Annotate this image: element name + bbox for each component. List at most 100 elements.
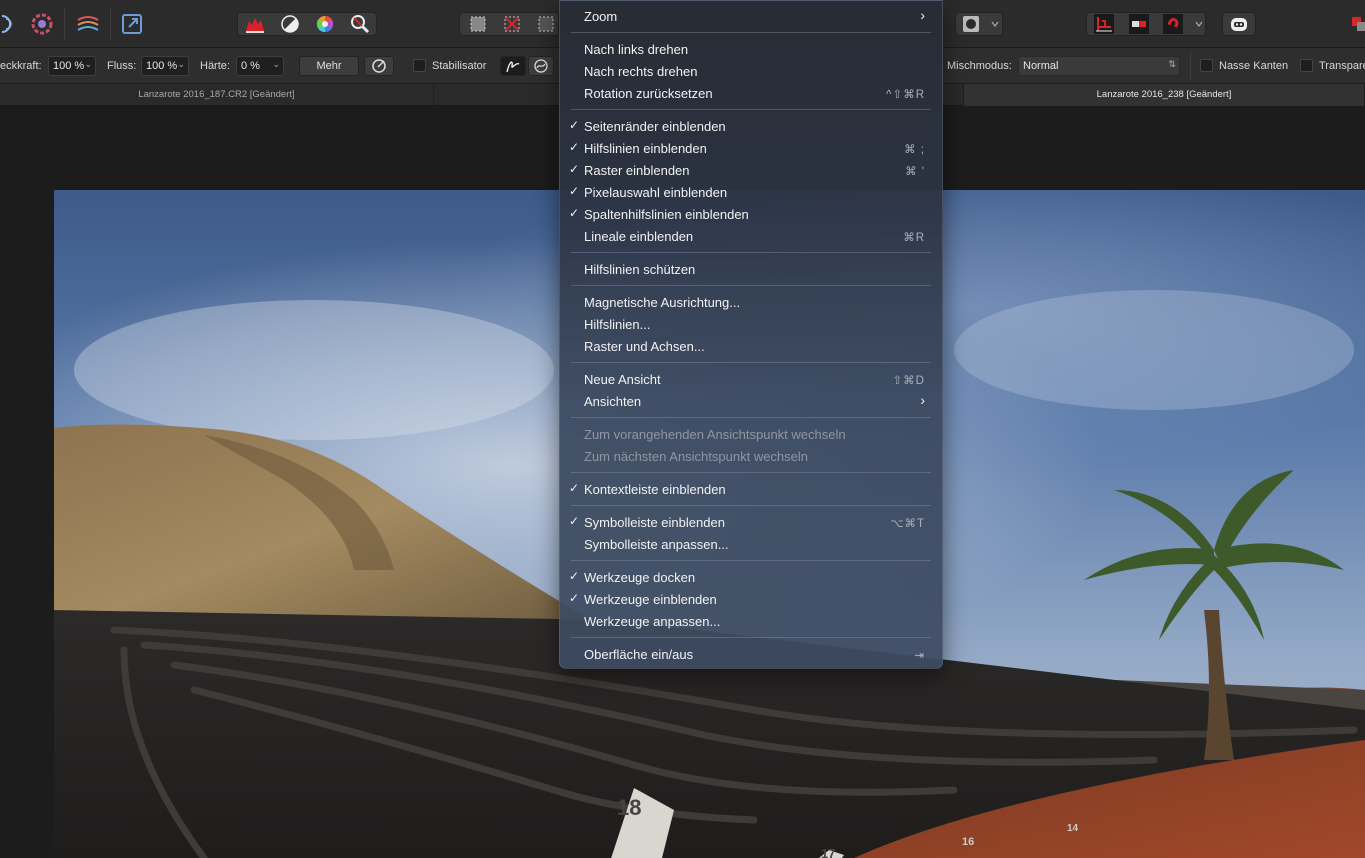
- menu-separator: [571, 285, 931, 286]
- snapping-grid-icon[interactable]: [1091, 11, 1117, 37]
- contrast-icon[interactable]: [277, 11, 303, 37]
- menu-item[interactable]: ✓ Spaltenhilfslinien einblenden: [565, 203, 937, 225]
- menu-item-shortcut: ⇥: [914, 650, 925, 662]
- wet-edges-label: Nasse Kanten: [1219, 60, 1289, 72]
- blend-mode-label: Mischmodus:: [947, 60, 1012, 72]
- plot-marker-14: 14: [1067, 823, 1079, 834]
- menu-item[interactable]: Ansichten ›: [565, 390, 937, 412]
- chevron-down-icon: ⌄: [272, 59, 280, 69]
- menu-item-label: Kontextleiste einblenden: [584, 482, 726, 497]
- menu-item[interactable]: Nach rechts drehen: [565, 60, 937, 82]
- persona-icon-partial[interactable]: [0, 11, 12, 37]
- checkmark-icon: ✓: [569, 514, 580, 528]
- rope-mode-button[interactable]: [500, 56, 526, 76]
- menu-item-label: Raster einblenden: [584, 163, 690, 178]
- checkmark-icon: ✓: [569, 118, 580, 132]
- menu-separator: [571, 472, 931, 473]
- export-persona-icon[interactable]: [119, 11, 145, 37]
- develop-persona-icon[interactable]: [29, 11, 55, 37]
- menu-separator: [571, 109, 931, 110]
- menu-item[interactable]: Symbolleiste anpassen...: [565, 533, 937, 555]
- menu-item-label: Zum nächsten Ansichtspunkt wechseln: [584, 449, 809, 464]
- menu-item-label: Hilfslinien schützen: [584, 262, 696, 277]
- menu-item-label: Lineale einblenden: [584, 229, 694, 244]
- more-button[interactable]: Mehr: [299, 56, 359, 76]
- menu-item[interactable]: Raster und Achsen...: [565, 335, 937, 357]
- select-all-icon[interactable]: [465, 11, 491, 37]
- plot-marker-16: 16: [962, 836, 974, 848]
- tone-mapping-persona-icon[interactable]: [75, 11, 101, 37]
- stabilizer-checkbox[interactable]: [413, 59, 426, 72]
- blend-mode-value: Normal: [1023, 60, 1059, 72]
- menu-item[interactable]: Magnetische Ausrichtung...: [565, 291, 937, 313]
- menu-separator: [571, 32, 931, 33]
- menu-item-shortcut: ⇧⌘D: [892, 375, 925, 387]
- menu-item-label: Symbolleiste einblenden: [584, 515, 725, 530]
- brush-settings-button[interactable]: [364, 56, 394, 76]
- flow-value: 100 %: [146, 60, 178, 72]
- window-mode-button[interactable]: [528, 56, 554, 76]
- arrange-icon-partial[interactable]: [1344, 11, 1365, 37]
- assistant-robot-icon[interactable]: [1226, 11, 1252, 37]
- checkmark-icon: ✓: [569, 569, 580, 583]
- window-stabilizer-icon: [534, 59, 548, 73]
- menu-item[interactable]: Oberfläche ein/aus ⇥: [565, 643, 937, 665]
- menu-item[interactable]: Neue Ansicht ⇧⌘D: [565, 368, 937, 390]
- menu-item[interactable]: Hilfslinien schützen: [565, 258, 937, 280]
- deselect-icon[interactable]: [499, 11, 525, 37]
- opacity-value: 100 %: [53, 60, 85, 72]
- menu-item[interactable]: ✓ Seitenränder einblenden: [565, 115, 937, 137]
- menu-item-label: Werkzeuge einblenden: [584, 592, 717, 607]
- snapping-options-icon[interactable]: [1126, 11, 1152, 37]
- menu-item[interactable]: Rotation zurücksetzen ^⇧⌘R: [565, 82, 937, 104]
- magnet-snapping-icon[interactable]: [1160, 11, 1186, 37]
- menu-item[interactable]: ✓ Pixelauswahl einblenden: [565, 181, 937, 203]
- transparency-checkbox[interactable]: [1300, 59, 1313, 72]
- menu-item[interactable]: Hilfslinien...: [565, 313, 937, 335]
- menu-item-label: Symbolleiste anpassen...: [584, 537, 729, 552]
- menu-item-label: Neue Ansicht: [584, 372, 661, 387]
- toolbar-separator: [64, 8, 65, 40]
- menu-item-label: Hilfslinien einblenden: [584, 141, 707, 156]
- menu-item-label: Magnetische Ausrichtung...: [584, 295, 741, 310]
- menu-item[interactable]: ✓ Werkzeuge einblenden: [565, 588, 937, 610]
- white-balance-icon[interactable]: [347, 11, 373, 37]
- blend-mode-select[interactable]: Normal ⇅: [1018, 56, 1180, 76]
- quick-mask-icon[interactable]: [958, 11, 984, 37]
- context-separator: [1190, 52, 1191, 80]
- mask-dropdown-chevron-icon[interactable]: [988, 11, 1002, 37]
- invert-selection-icon[interactable]: [533, 11, 559, 37]
- wet-edges-checkbox[interactable]: [1200, 59, 1213, 72]
- menu-item-shortcut: ⌘ ': [905, 166, 925, 178]
- menu-separator: [571, 505, 931, 506]
- menu-item[interactable]: ✓ Kontextleiste einblenden: [565, 478, 937, 500]
- flow-field[interactable]: 100 % ⌄: [141, 56, 189, 76]
- checkmark-icon: ✓: [569, 206, 580, 220]
- menu-item[interactable]: ✓ Raster einblenden ⌘ ': [565, 159, 937, 181]
- document-tab-active[interactable]: Lanzarote 2016_238 [Geändert]: [964, 84, 1365, 106]
- document-tab-1[interactable]: Lanzarote 2016_187.CR2 [Geändert]: [0, 84, 434, 106]
- opacity-field[interactable]: 100 % ⌄: [48, 56, 96, 76]
- view-menu: Zoom › Nach links drehen Nach rechts drehen…: [559, 0, 943, 669]
- menu-item[interactable]: Zoom ›: [565, 5, 937, 27]
- snapping-dropdown-chevron-icon[interactable]: [1192, 11, 1206, 37]
- menu-item-label: Spaltenhilfslinien einblenden: [584, 207, 749, 222]
- menu-item-label: Zoom: [584, 9, 618, 24]
- chevron-down-icon: ⌄: [177, 59, 185, 69]
- menu-item[interactable]: Werkzeuge anpassen...: [565, 610, 937, 632]
- menu-item-label: Raster und Achsen...: [584, 339, 705, 354]
- menu-item-label: Hilfslinien...: [584, 317, 651, 332]
- hardness-field[interactable]: 0 % ⌄: [236, 56, 284, 76]
- menu-item-label: Pixelauswahl einblenden: [584, 185, 728, 200]
- menu-item-shortcut: ⌘ ;: [904, 144, 925, 156]
- menu-item-label: Werkzeuge anpassen...: [584, 614, 721, 629]
- chevron-down-icon: ⌄: [84, 59, 92, 69]
- menu-item[interactable]: ✓ Hilfslinien einblenden ⌘ ;: [565, 137, 937, 159]
- menu-item[interactable]: Nach links drehen: [565, 38, 937, 60]
- menu-separator: [571, 637, 931, 638]
- color-wheel-icon[interactable]: [312, 11, 338, 37]
- menu-item[interactable]: Lineale einblenden ⌘R: [565, 225, 937, 247]
- menu-item[interactable]: ✓ Symbolleiste einblenden ⌥⌘T: [565, 511, 937, 533]
- menu-item[interactable]: ✓ Werkzeuge docken: [565, 566, 937, 588]
- levels-icon[interactable]: [242, 11, 268, 37]
